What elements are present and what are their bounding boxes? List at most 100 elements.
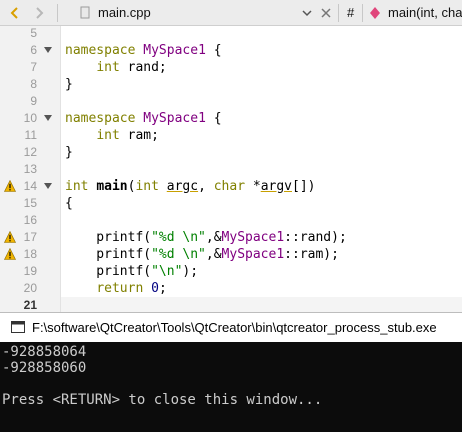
code-token: "\n"	[151, 264, 183, 279]
code-token: ::rand);	[284, 230, 347, 245]
line-number-row: 18	[0, 246, 61, 263]
code-text-area[interactable]: namespace MySpace1 { int rand;} namespace…	[61, 26, 462, 314]
code-line[interactable]: namespace MySpace1 {	[65, 42, 222, 59]
code-token: ;	[158, 281, 167, 296]
code-token: argc	[166, 179, 199, 194]
line-number: 5	[30, 26, 37, 40]
back-arrow-icon[interactable]	[8, 0, 22, 26]
code-token: ::ram);	[284, 247, 339, 262]
line-number: 9	[30, 94, 37, 108]
code-line[interactable]: {	[65, 195, 73, 212]
line-number-row: 15	[0, 195, 61, 212]
chevron-down-icon[interactable]	[302, 0, 312, 26]
code-token: int	[65, 179, 89, 194]
code-token: printf(	[65, 247, 152, 262]
code-token: main	[96, 179, 128, 194]
code-token: argv	[260, 179, 293, 194]
line-number-row: 12	[0, 144, 61, 161]
line-number-row: 6	[0, 42, 61, 59]
console-output[interactable]: -928858064 -928858060 Press <RETURN> to …	[0, 342, 462, 432]
line-number: 12	[23, 145, 37, 159]
code-token: printf(	[65, 230, 152, 245]
code-token: }	[65, 145, 73, 160]
editor-toolbar: main.cpp # main(int, char	[0, 0, 462, 26]
code-line[interactable]: }	[65, 76, 73, 93]
line-number: 7	[30, 60, 37, 74]
file-name-combo[interactable]: main.cpp	[98, 0, 308, 26]
code-line[interactable]: int ram;	[65, 127, 159, 144]
console-app-icon	[11, 321, 25, 333]
code-token: int	[96, 128, 120, 143]
code-line[interactable]: }	[65, 144, 73, 161]
line-number: 16	[23, 213, 37, 227]
code-token: int	[96, 60, 120, 75]
console-line: -928858064	[2, 344, 87, 360]
line-number: 17	[23, 230, 37, 244]
line-number-row: 11	[0, 127, 61, 144]
line-number-row: 13	[0, 161, 61, 178]
console-line: Press <RETURN> to close this window...	[2, 392, 323, 408]
line-number: 18	[23, 247, 37, 261]
code-token: *	[245, 179, 261, 194]
fold-arrow-icon[interactable]	[44, 183, 52, 189]
symbol-combo[interactable]: main(int, char	[388, 0, 462, 26]
line-number-row: 16	[0, 212, 61, 229]
code-line[interactable]: printf("\n");	[65, 263, 198, 280]
code-token: );	[182, 264, 199, 279]
fold-arrow-icon[interactable]	[44, 47, 52, 53]
line-number: 6	[30, 43, 37, 57]
line-number-row: 14	[0, 178, 61, 195]
code-line[interactable]: printf("%d \n",&MySpace1::ram);	[65, 246, 339, 263]
line-number-row: 19	[0, 263, 61, 280]
code-token: MySpace1	[143, 43, 206, 58]
line-number: 14	[23, 179, 37, 193]
code-token: [])	[292, 179, 316, 194]
line-number-row: 7	[0, 59, 61, 76]
fold-arrow-icon[interactable]	[44, 115, 52, 121]
code-token: MySpace1	[143, 111, 206, 126]
code-line[interactable]: namespace MySpace1 {	[65, 110, 222, 127]
code-line[interactable]: int rand;	[65, 59, 167, 76]
code-token: 0	[151, 281, 159, 296]
code-token: rand;	[119, 60, 167, 75]
line-number-gutter: 5 6 7 8 9 10 11 12 13 14 15 16 17 18 19 20 21	[0, 26, 61, 312]
code-token: printf(	[65, 264, 152, 279]
code-token: {	[65, 196, 73, 211]
code-token: ,	[198, 179, 214, 194]
code-token: {	[205, 111, 222, 126]
forward-arrow-icon[interactable]	[32, 0, 46, 26]
line-number: 19	[23, 264, 37, 278]
console-window-title: F:\software\QtCreator\Tools\QtCreator\bi…	[32, 320, 437, 335]
hash-symbol: #	[347, 5, 355, 20]
code-token: MySpace1	[221, 247, 285, 262]
line-number: 11	[24, 128, 37, 142]
line-number-row: 20	[0, 280, 61, 297]
code-token: ram;	[119, 128, 159, 143]
code-token: MySpace1	[221, 230, 285, 245]
code-editor[interactable]: 5 6 7 8 9 10 11 12 13 14 15 16 17 18 19 20 21 namespace …	[0, 26, 462, 314]
code-token: namespace	[65, 43, 136, 58]
code-line[interactable]: printf("%d \n",&MySpace1::rand);	[65, 229, 347, 246]
line-number-row: 9	[0, 93, 61, 110]
code-token: ,&	[205, 247, 222, 262]
line-number: 10	[23, 111, 37, 125]
code-token: char	[213, 179, 246, 194]
line-number-row: 5	[0, 25, 61, 42]
line-number-row: 8	[0, 76, 61, 93]
close-document-icon[interactable]	[320, 0, 332, 26]
file-modified-icon	[79, 0, 91, 26]
line-number-row: 17	[0, 229, 61, 246]
line-number: 20	[23, 281, 37, 295]
line-number: 15	[23, 196, 37, 210]
code-line[interactable]: return 0;	[65, 280, 167, 297]
line-number: 13	[23, 162, 37, 176]
code-token: "%d \n"	[151, 247, 206, 262]
function-symbol-icon	[369, 0, 381, 26]
code-line[interactable]: int main(int argc, char *argv[])	[65, 178, 316, 195]
code-token: {	[205, 43, 222, 58]
code-token: namespace	[65, 111, 136, 126]
code-token: return	[96, 281, 144, 296]
code-token: ,&	[205, 230, 222, 245]
